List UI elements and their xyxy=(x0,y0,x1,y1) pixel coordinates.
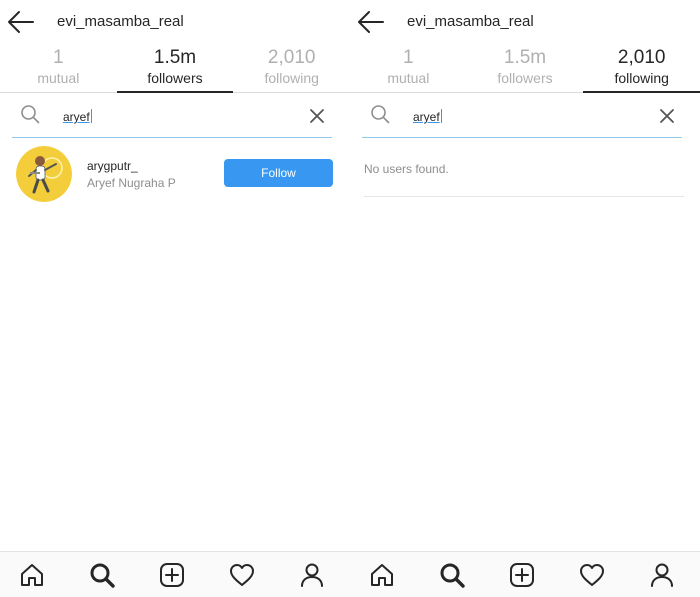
back-button[interactable] xyxy=(6,9,36,35)
tab-following[interactable]: 2,010 following xyxy=(583,44,700,93)
activity-heart-icon xyxy=(230,564,254,586)
tab-followers[interactable]: 1.5m followers xyxy=(116,44,234,93)
tab-followers[interactable]: 1.5m followers xyxy=(467,44,584,92)
nav-new-post[interactable] xyxy=(158,561,186,589)
close-icon xyxy=(310,109,324,123)
divider xyxy=(364,196,684,197)
search-input[interactable]: aryef xyxy=(63,109,93,124)
bottom-nav xyxy=(350,551,700,597)
add-post-icon xyxy=(510,563,534,587)
back-arrow-icon xyxy=(358,11,384,33)
text-caret xyxy=(440,109,443,123)
avatar[interactable] xyxy=(16,146,72,202)
list-item[interactable]: arygputr_ Aryef Nugraha P Follow xyxy=(16,146,336,202)
nav-home[interactable] xyxy=(18,561,46,589)
tab-label: mutual xyxy=(387,70,430,86)
nav-search[interactable] xyxy=(88,561,116,589)
close-icon xyxy=(660,109,674,123)
back-button[interactable] xyxy=(356,9,386,35)
search-bar: aryef xyxy=(12,95,332,138)
tab-label: mutual xyxy=(37,70,80,86)
result-full-name: Aryef Nugraha P xyxy=(87,176,176,190)
tab-count: 1.5m xyxy=(153,47,197,68)
followers-screen: evi_masamba_real 1 mutual 1.5m followers… xyxy=(0,0,350,597)
header: evi_masamba_real xyxy=(0,0,350,44)
clear-search-button[interactable] xyxy=(308,107,326,125)
tab-label: followers xyxy=(497,70,553,86)
tab-following[interactable]: 2,010 following xyxy=(233,44,350,92)
follow-button[interactable]: Follow xyxy=(224,159,333,187)
tab-count: 1.5m xyxy=(503,47,547,68)
relationship-tabs: 1 mutual 1.5m followers 2,010 following xyxy=(350,44,700,93)
tab-count: 2,010 xyxy=(267,47,316,68)
nav-new-post[interactable] xyxy=(508,561,536,589)
home-icon xyxy=(371,564,393,586)
nav-search[interactable] xyxy=(438,561,466,589)
search-input[interactable]: aryef xyxy=(413,109,443,124)
tab-count: 2,010 xyxy=(617,47,666,68)
nav-activity[interactable] xyxy=(228,561,256,589)
nav-profile[interactable] xyxy=(298,561,326,589)
bottom-nav xyxy=(0,551,350,597)
search-icon xyxy=(90,563,115,588)
clear-search-button[interactable] xyxy=(658,107,676,125)
empty-state-message: No users found. xyxy=(364,162,449,176)
search-icon xyxy=(21,105,40,124)
tab-label: following xyxy=(264,70,319,86)
add-post-icon xyxy=(160,563,184,587)
nav-home[interactable] xyxy=(368,561,396,589)
profile-icon xyxy=(301,563,323,587)
tab-label: following xyxy=(614,70,669,86)
search-icon xyxy=(440,563,465,588)
text-caret xyxy=(90,109,93,123)
avatar-illustration xyxy=(16,146,72,202)
tab-count: 1 xyxy=(403,47,414,68)
activity-heart-icon xyxy=(580,564,604,586)
tab-count: 1 xyxy=(53,47,64,68)
result-username[interactable]: arygputr_ xyxy=(87,159,138,173)
profile-icon xyxy=(651,563,673,587)
home-icon xyxy=(21,564,43,586)
header: evi_masamba_real xyxy=(350,0,700,44)
back-arrow-icon xyxy=(8,11,34,33)
search-query: aryef xyxy=(413,110,440,124)
profile-username: evi_masamba_real xyxy=(57,13,184,30)
tab-mutual[interactable]: 1 mutual xyxy=(0,44,117,92)
nav-activity[interactable] xyxy=(578,561,606,589)
search-query: aryef xyxy=(63,110,90,124)
nav-profile[interactable] xyxy=(648,561,676,589)
tab-label: followers xyxy=(147,70,203,86)
search-bar: aryef xyxy=(362,95,682,138)
relationship-tabs: 1 mutual 1.5m followers 2,010 following xyxy=(0,44,350,93)
profile-username: evi_masamba_real xyxy=(407,13,534,30)
following-screen: evi_masamba_real 1 mutual 1.5m followers… xyxy=(350,0,700,597)
tab-mutual[interactable]: 1 mutual xyxy=(350,44,467,92)
search-icon xyxy=(371,105,390,124)
